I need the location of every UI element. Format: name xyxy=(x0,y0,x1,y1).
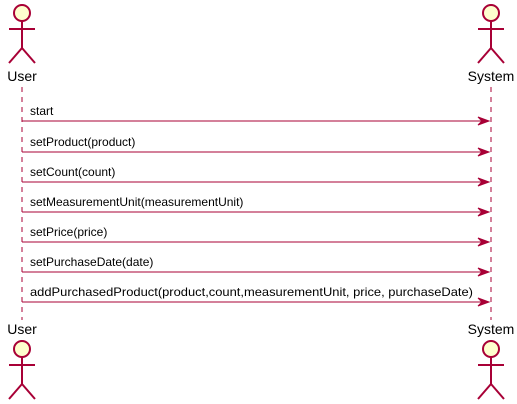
message: setPurchaseDate(date) xyxy=(22,255,491,277)
message: setPrice(price) xyxy=(22,225,491,247)
message-label: start xyxy=(30,104,54,118)
actor-figure-icon xyxy=(477,4,505,64)
actor-label: User xyxy=(7,321,37,337)
message: setCount(count) xyxy=(22,165,491,187)
message: addPurchasedProduct(product,count,measur… xyxy=(22,285,491,307)
message-label: setPrice(price) xyxy=(30,225,107,239)
message-label: setCount(count) xyxy=(30,165,115,179)
message-label: setMeasurementUnit(measurementUnit) xyxy=(30,195,243,209)
message-label: setPurchaseDate(date) xyxy=(30,255,153,269)
message-label: setProduct(product) xyxy=(30,135,135,149)
actor-user-top: User xyxy=(7,4,37,84)
actor-label: User xyxy=(7,68,37,84)
actor-system-top: System xyxy=(468,4,515,84)
actor-figure-icon xyxy=(8,4,36,64)
message: setMeasurementUnit(measurementUnit) xyxy=(22,195,491,217)
message: setProduct(product) xyxy=(22,135,491,157)
actor-figure-icon xyxy=(8,340,36,400)
message-label: addPurchasedProduct(product,count,measur… xyxy=(30,285,473,299)
actor-figure-icon xyxy=(477,340,505,400)
actor-label: System xyxy=(468,68,515,84)
actor-label: System xyxy=(468,321,515,337)
message: start xyxy=(22,104,491,126)
actor-system-bottom: System xyxy=(468,321,515,400)
actor-user-bottom: User xyxy=(7,321,37,400)
sequence-diagram: User System start setProduct(product) se… xyxy=(7,4,515,400)
